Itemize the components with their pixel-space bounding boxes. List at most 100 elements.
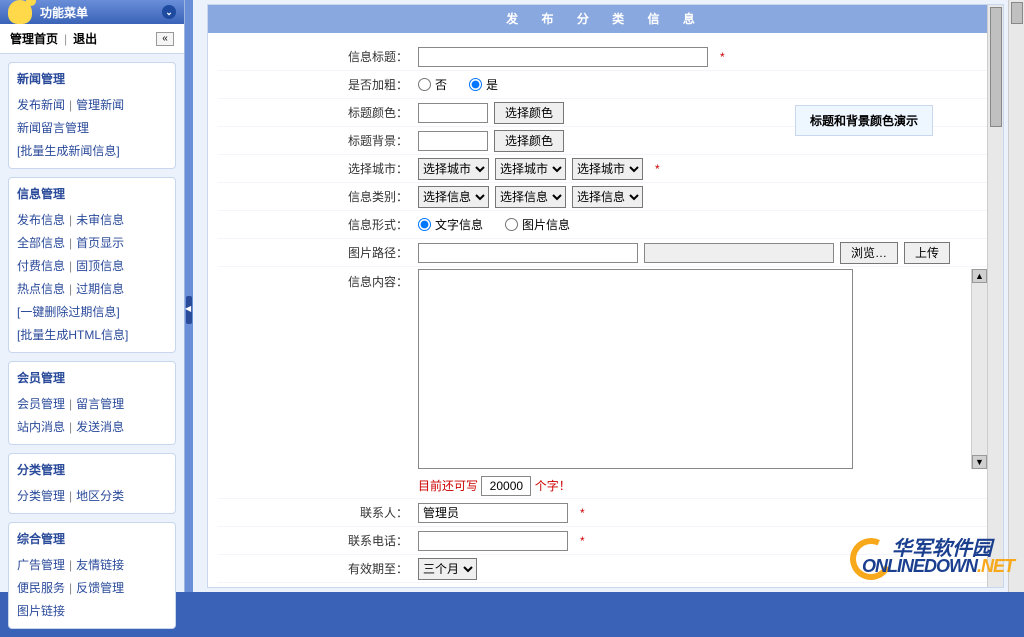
textarea-scrollbar[interactable]: ▲▼ [971,269,987,469]
select-cat-2[interactable]: 选择信息 [495,186,566,208]
required-icon: * [580,534,585,548]
separator: | [69,581,72,595]
menu-link[interactable]: 广告管理 [17,556,65,573]
sidebar: 功能菜单 ⌄ 管理首页 | 退出 « 新闻管理发布新闻 | 管理新闻新闻留言管理 [批… [0,0,185,592]
textarea-content[interactable] [418,269,853,469]
menu-row: 站内消息|发送消息 [17,415,167,438]
menu-link[interactable]: 过期信息 [76,280,124,297]
menu-link[interactable]: 会员管理 [17,395,65,412]
input-phone[interactable] [418,531,568,551]
nav-logout[interactable]: 退出 [73,30,97,47]
menu-row: [批量生成新闻信息] [17,139,167,162]
menu-row: [批量生成HTML信息] [17,323,167,346]
menu-link[interactable]: 发布新闻 [17,96,65,113]
label-contact: 联系人： [218,504,418,521]
menu-link[interactable]: 留言管理 [76,395,124,412]
menu-link[interactable]: 付费信息 [17,257,65,274]
menu-link[interactable]: 地区分类 [76,487,124,504]
separator: | [69,489,72,503]
char-count-field[interactable] [481,476,531,496]
row-phone: 联系电话： * [218,527,987,555]
select-city-1[interactable]: 选择城市 [418,158,489,180]
group-icon [149,368,167,386]
input-title-bg[interactable] [418,131,488,151]
menu-link[interactable]: [批量生成新闻信息] [17,142,120,159]
radio-bold-no-label: 否 [435,76,447,93]
menu-link[interactable]: 固顶信息 [76,257,124,274]
separator: | [69,213,72,227]
menu-link[interactable]: 未审信息 [76,211,124,228]
row-img-path: 图片路径： 浏览… 上传 [218,239,987,267]
chevron-down-icon[interactable]: ⌄ [162,5,176,19]
logo-icon [8,0,32,24]
upload-button[interactable]: 上传 [904,242,950,264]
menu-link[interactable]: [一键删除过期信息] [17,303,120,320]
select-city-2[interactable]: 选择城市 [495,158,566,180]
input-title-color[interactable] [418,103,488,123]
radio-form-img[interactable] [505,218,518,231]
input-img-path[interactable] [418,243,638,263]
nav-home[interactable]: 管理首页 [10,30,58,47]
menu-link[interactable]: 友情链接 [76,556,124,573]
menu-group-title: 新闻管理 [9,63,175,91]
separator: | [69,558,72,572]
select-cat-1[interactable]: 选择信息 [418,186,489,208]
menu-link[interactable]: [批量生成HTML信息] [17,326,128,343]
radio-bold-yes[interactable] [469,78,482,91]
menu-link[interactable]: 发送消息 [76,418,124,435]
subnav: 管理首页 | 退出 « [0,24,184,54]
scroll-thumb[interactable] [990,7,1002,127]
file-display [644,243,834,263]
menu-row: 发布信息 | 未审信息 [17,208,167,231]
main-scrollbar[interactable] [987,5,1003,587]
radio-bold-yes-label: 是 [486,76,498,93]
label-category: 信息类别： [218,188,418,205]
menu-link[interactable]: 管理新闻 [76,96,124,113]
pane-divider[interactable] [185,0,193,592]
menu-link[interactable]: 反馈管理 [76,579,124,596]
group-icon [149,460,167,478]
menu-row: 全部信息|首页显示 [17,231,167,254]
label-form: 信息形式： [218,216,418,233]
menu-link[interactable]: 分类管理 [17,487,65,504]
menu-row: 图片链接 [17,599,167,622]
menu-group: 分类管理分类管理 | 地区分类 [8,453,176,514]
label-content: 信息内容： [218,269,418,290]
menu-link[interactable]: 热点信息 [17,280,65,297]
input-contact[interactable] [418,503,568,523]
menu-row: 分类管理 | 地区分类 [17,484,167,507]
menu-link[interactable]: 新闻留言管理 [17,119,89,136]
input-title[interactable] [418,47,708,67]
scroll-down-icon[interactable]: ▼ [972,455,987,469]
scroll-up-icon[interactable]: ▲ [972,269,987,283]
menu-link[interactable]: 首页显示 [76,234,124,251]
choose-title-color-button[interactable]: 选择颜色 [494,102,564,124]
radio-form-img-label: 图片信息 [522,216,570,233]
row-period: 有效期至： 三个月 [218,555,987,583]
choose-title-bg-button[interactable]: 选择颜色 [494,130,564,152]
select-city-3[interactable]: 选择城市 [572,158,643,180]
divider-handle-icon[interactable] [186,296,192,324]
menu-link[interactable]: 全部信息 [17,234,65,251]
label-city: 选择城市： [218,160,418,177]
required-icon: * [580,506,585,520]
select-cat-3[interactable]: 选择信息 [572,186,643,208]
collapse-icon[interactable]: « [156,32,174,46]
browse-button[interactable]: 浏览… [840,242,898,264]
select-period[interactable]: 三个月 [418,558,477,580]
separator: | [69,98,72,112]
outer-scrollbar[interactable] [1008,0,1024,592]
radio-form-text[interactable] [418,218,431,231]
label-title: 信息标题： [218,48,418,65]
menu-link[interactable]: 便民服务 [17,579,65,596]
label-bold: 是否加粗： [218,76,418,93]
menu-row: 付费信息|固顶信息 [17,254,167,277]
sidebar-title: 功能菜单 [40,4,88,21]
menu-link[interactable]: 发布信息 [17,211,65,228]
radio-form-text-label: 文字信息 [435,216,483,233]
radio-bold-no[interactable] [418,78,431,91]
menu-link[interactable]: 站内消息 [17,418,65,435]
menu-link[interactable]: 图片链接 [17,602,65,619]
separator: | [64,32,67,46]
scroll-thumb[interactable] [1011,2,1023,24]
